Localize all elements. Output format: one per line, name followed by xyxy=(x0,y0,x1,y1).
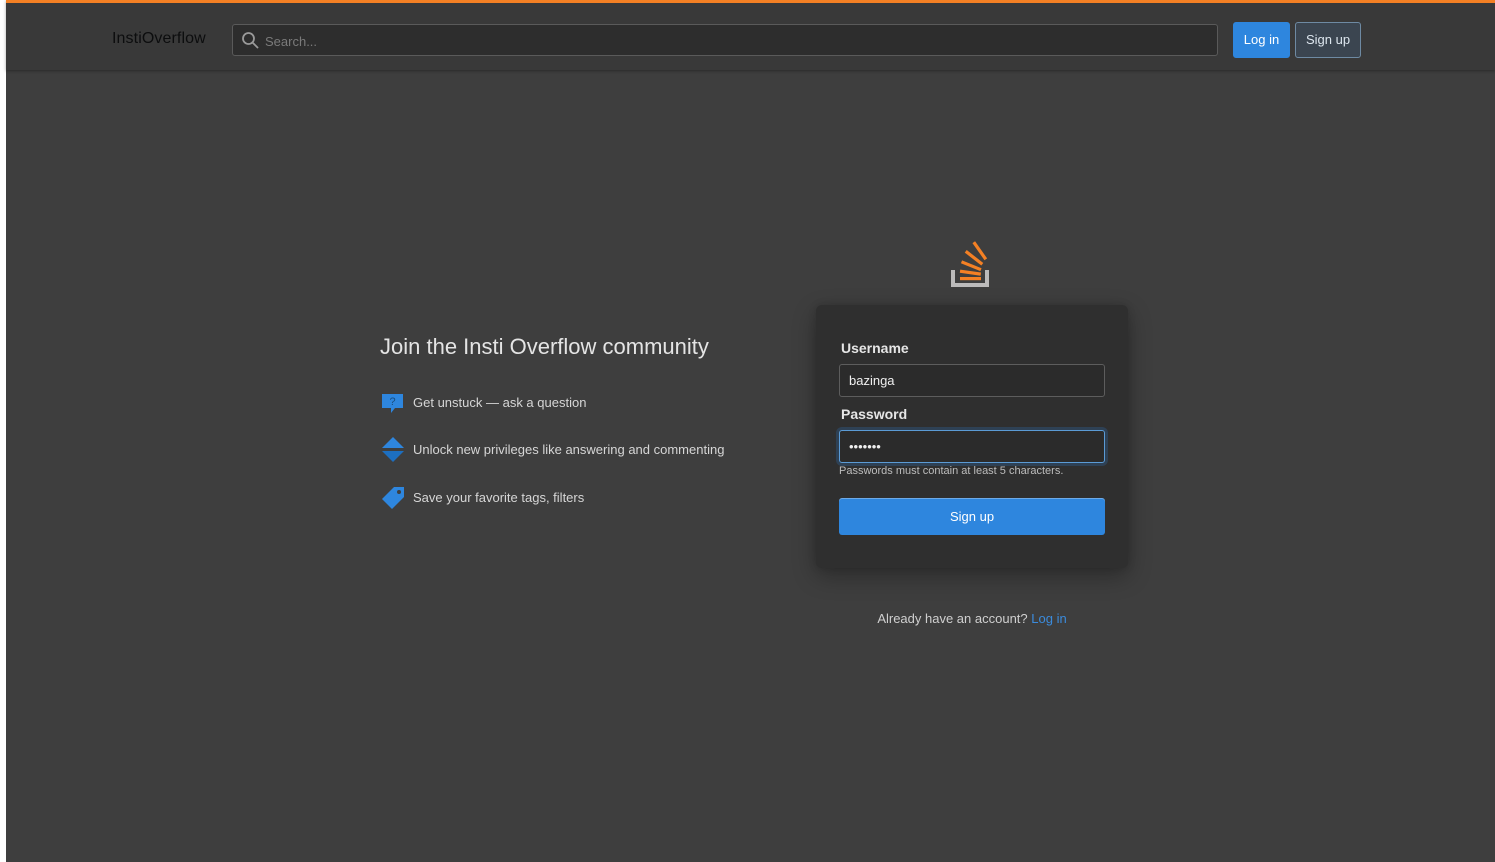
login-link[interactable]: Log in xyxy=(1031,611,1066,626)
feature-text: Get unstuck — ask a question xyxy=(413,395,587,410)
login-button[interactable]: Log in xyxy=(1233,22,1290,58)
already-text: Already have an account? xyxy=(877,611,1028,626)
password-label: Password xyxy=(841,406,908,422)
username-field[interactable] xyxy=(839,364,1105,397)
signup-submit-button[interactable]: Sign up xyxy=(839,498,1105,535)
signup-button[interactable]: Sign up xyxy=(1295,22,1361,58)
brand-logo-text[interactable]: InstiOverflow xyxy=(112,30,206,48)
top-navbar: InstiOverflow Log in Sign up xyxy=(6,0,1495,70)
join-title: Join the Insti Overflow community xyxy=(380,334,709,359)
search-icon xyxy=(242,32,259,49)
feature-text: Unlock new privileges like answering and… xyxy=(413,442,725,457)
already-have-account: Already have an account? Log in xyxy=(816,611,1128,626)
tag-icon xyxy=(382,487,404,509)
stack-logo-icon xyxy=(951,241,989,287)
feature-text: Save your favorite tags, filters xyxy=(413,490,585,505)
search-input[interactable] xyxy=(263,28,1207,54)
username-label: Username xyxy=(841,340,909,356)
signup-card: Username Password Passwords must contain… xyxy=(816,305,1128,568)
password-field[interactable] xyxy=(839,430,1105,463)
search-box[interactable] xyxy=(232,24,1218,56)
vote-arrows-icon xyxy=(382,437,404,462)
app-window: InstiOverflow Log in Sign up Join the In… xyxy=(6,0,1495,862)
password-hint: Passwords must contain at least 5 charac… xyxy=(839,465,1064,477)
svg-text:?: ? xyxy=(389,396,395,408)
question-bubble-icon: ? xyxy=(382,394,403,413)
